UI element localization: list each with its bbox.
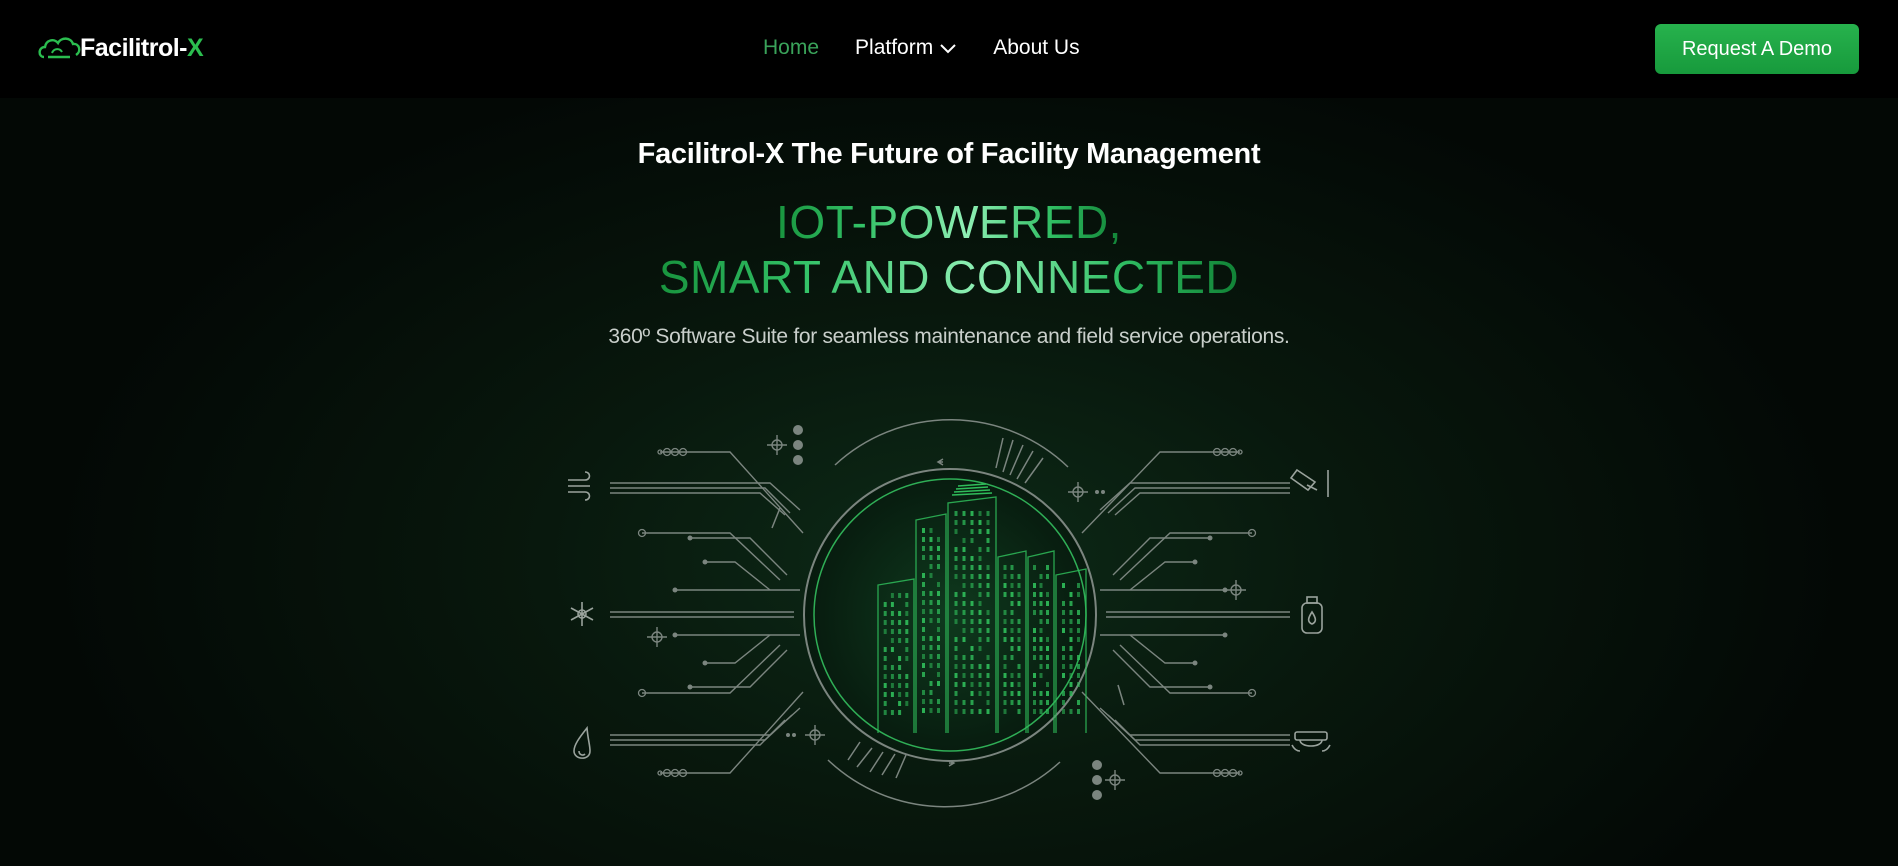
nav-platform[interactable]: Platform (855, 36, 957, 60)
chevron-down-icon (940, 44, 956, 54)
logo-accent: X (187, 33, 204, 62)
cloud-logo-icon (38, 37, 81, 59)
iot-building-illustration (568, 419, 1331, 808)
nav-home-label: Home (763, 36, 820, 59)
wind-icon (568, 471, 591, 501)
page: Facilitrol-X Home Platform About Us Requ… (0, 0, 1898, 866)
nav-about-label: About Us (993, 36, 1080, 59)
main-nav: Home Platform About Us (763, 36, 1116, 60)
headline-line-2: SMART AND CONNECTED (658, 251, 1240, 303)
smoke-detector-icon (1291, 731, 1331, 752)
water-drop-icon (573, 725, 591, 759)
site-header: Facilitrol-X Home Platform About Us Requ… (0, 0, 1898, 98)
logo-text: Facilitrol-X (80, 33, 204, 62)
hero-title: Facilitrol-X The Future of Facility Mana… (637, 138, 1261, 170)
circuit-lines-right (1081, 451, 1290, 774)
headline-line-1: IOT-POWERED, (776, 196, 1122, 248)
nav-platform-label: Platform (855, 36, 934, 59)
logo[interactable]: Facilitrol-X (38, 30, 204, 66)
snowflake-icon (570, 602, 594, 626)
nav-about-us[interactable]: About Us (993, 36, 1079, 60)
hero-subtitle: 360º Software Suite for seamless mainten… (608, 325, 1290, 348)
nav-home[interactable]: Home (763, 36, 819, 60)
request-demo-button[interactable]: Request A Demo (1655, 24, 1859, 74)
security-camera-icon (1289, 468, 1329, 497)
gas-cylinder-icon (1301, 596, 1323, 634)
circuit-lines-left (610, 451, 804, 774)
hero-headline: IOT-POWERED, SMART AND CONNECTED (0, 195, 1898, 305)
outer-ring (803, 468, 1097, 762)
